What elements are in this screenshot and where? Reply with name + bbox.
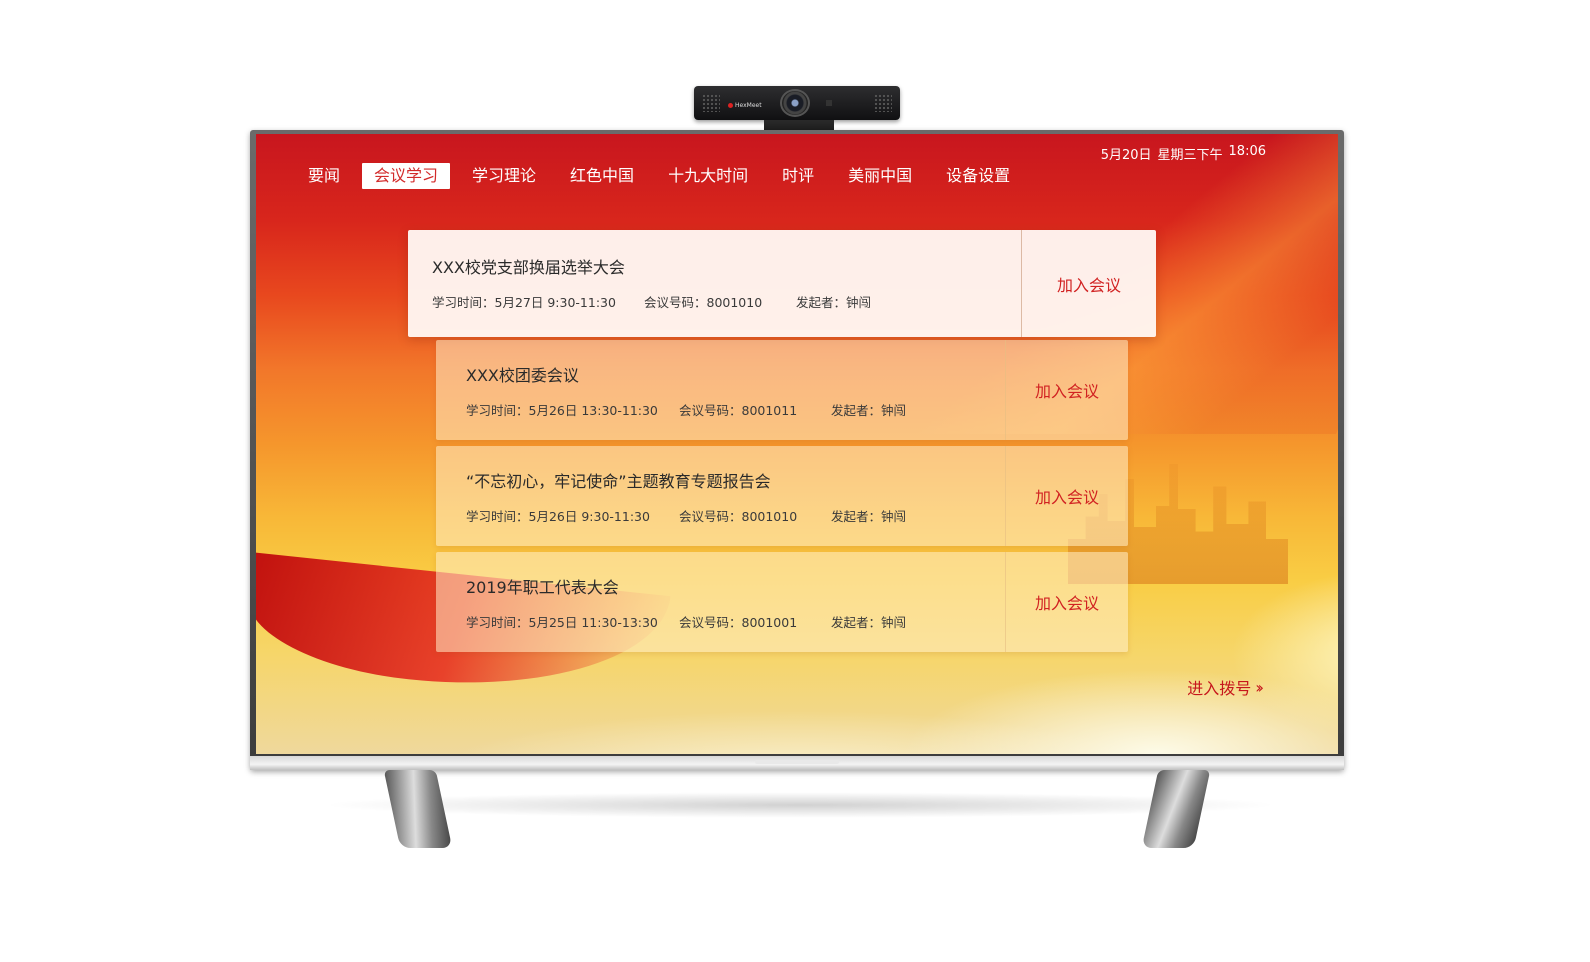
meeting-host: 发起者：钟闯 <box>796 295 872 310</box>
tv-screen: 5月20日 星期三下午 18:06 要闻 会议学习 学习理论 红色中国 十九大时… <box>256 134 1338 754</box>
tv-stand-right <box>1141 770 1211 848</box>
meeting-card[interactable]: 2019年职工代表大会 学习时间：5月25日 11:30-13:30 会议号码：… <box>436 552 1128 652</box>
floor-shadow <box>320 792 1280 818</box>
double-chevron-right-icon: ›› <box>1255 677 1264 697</box>
meeting-card-info: “不忘初心，牢记使命”主题教育专题报告会 学习时间：5月26日 9:30-11:… <box>436 446 1005 546</box>
status-datetime: 5月20日 星期三下午 18:06 <box>1101 144 1266 163</box>
meeting-code: 会议号码：8001010 <box>679 509 798 524</box>
nav-item-red-china[interactable]: 红色中国 <box>558 163 646 189</box>
meeting-host: 发起者：钟闯 <box>831 615 907 630</box>
meeting-card[interactable]: XXX校党支部换届选举大会 学习时间：5月27日 9:30-11:30 会议号码… <box>408 230 1156 337</box>
tv-bottom-bezel <box>250 756 1344 770</box>
nav-item-study-theory[interactable]: 学习理论 <box>460 163 548 189</box>
meeting-meta: 学习时间：5月27日 9:30-11:30 会议号码：8001010 发起者：钟… <box>432 292 1021 311</box>
nav-item-device-settings[interactable]: 设备设置 <box>934 163 1022 189</box>
webcam: HexMeet <box>694 86 900 120</box>
enter-dial-link[interactable]: 进入拨号 ›› <box>1187 675 1264 699</box>
meeting-code: 会议号码：8001001 <box>679 615 798 630</box>
nav-item-news[interactable]: 要闻 <box>296 163 352 189</box>
speaker-grille-left <box>702 94 720 112</box>
join-meeting-button[interactable]: 加入会议 <box>1021 230 1156 337</box>
meeting-title: 2019年职工代表大会 <box>466 578 619 597</box>
meeting-title: “不忘初心，牢记使命”主题教育专题报告会 <box>466 472 771 491</box>
status-date: 5月20日 <box>1100 148 1152 163</box>
top-nav: 要闻 会议学习 学习理论 红色中国 十九大时间 时评 美丽中国 设备设置 <box>296 163 1032 189</box>
meeting-code: 会议号码：8001011 <box>679 403 798 418</box>
status-weekday: 星期三下午 <box>1157 148 1223 163</box>
meeting-meta: 学习时间：5月26日 13:30-11:30 会议号码：8001011 发起者：… <box>466 400 1005 419</box>
meeting-meta: 学习时间：5月26日 9:30-11:30 会议号码：8001010 发起者：钟… <box>466 506 1005 525</box>
meeting-host: 发起者：钟闯 <box>831 403 907 418</box>
nav-item-19th-congress[interactable]: 十九大时间 <box>656 163 760 189</box>
nav-item-commentary[interactable]: 时评 <box>770 163 826 189</box>
enter-dial-label: 进入拨号 <box>1187 679 1252 698</box>
meeting-title: XXX校党支部换届选举大会 <box>432 258 625 277</box>
meeting-code: 会议号码：8001010 <box>644 295 763 310</box>
nav-item-beautiful-china[interactable]: 美丽中国 <box>836 163 924 189</box>
status-time: 18:06 <box>1228 144 1266 159</box>
meeting-time: 学习时间：5月25日 11:30-13:30 <box>466 615 658 630</box>
meeting-card[interactable]: XXX校团委会议 学习时间：5月26日 13:30-11:30 会议号码：800… <box>436 340 1128 440</box>
meeting-time: 学习时间：5月26日 13:30-11:30 <box>466 403 658 418</box>
meeting-card-info: 2019年职工代表大会 学习时间：5月25日 11:30-13:30 会议号码：… <box>436 552 1005 652</box>
camera-brand-logo: HexMeet <box>728 102 762 109</box>
camera-lens <box>780 89 810 117</box>
camera-sensor <box>826 100 832 106</box>
meeting-host: 发起者：钟闯 <box>831 509 907 524</box>
join-meeting-button[interactable]: 加入会议 <box>1005 446 1128 546</box>
nav-item-meeting-study[interactable]: 会议学习 <box>362 163 451 189</box>
meeting-card[interactable]: “不忘初心，牢记使命”主题教育专题报告会 学习时间：5月26日 9:30-11:… <box>436 446 1128 546</box>
meeting-time: 学习时间：5月27日 9:30-11:30 <box>432 295 616 310</box>
speaker-grille-right <box>874 94 892 112</box>
meeting-meta: 学习时间：5月25日 11:30-13:30 会议号码：8001001 发起者：… <box>466 612 1005 631</box>
meeting-title: XXX校团委会议 <box>466 366 579 385</box>
meeting-time: 学习时间：5月26日 9:30-11:30 <box>466 509 650 524</box>
tv-stand-left <box>383 770 453 848</box>
meeting-card-info: XXX校党支部换届选举大会 学习时间：5月27日 9:30-11:30 会议号码… <box>408 230 1021 337</box>
meeting-card-info: XXX校团委会议 学习时间：5月26日 13:30-11:30 会议号码：800… <box>436 340 1005 440</box>
join-meeting-button[interactable]: 加入会议 <box>1005 552 1128 652</box>
join-meeting-button[interactable]: 加入会议 <box>1005 340 1128 440</box>
